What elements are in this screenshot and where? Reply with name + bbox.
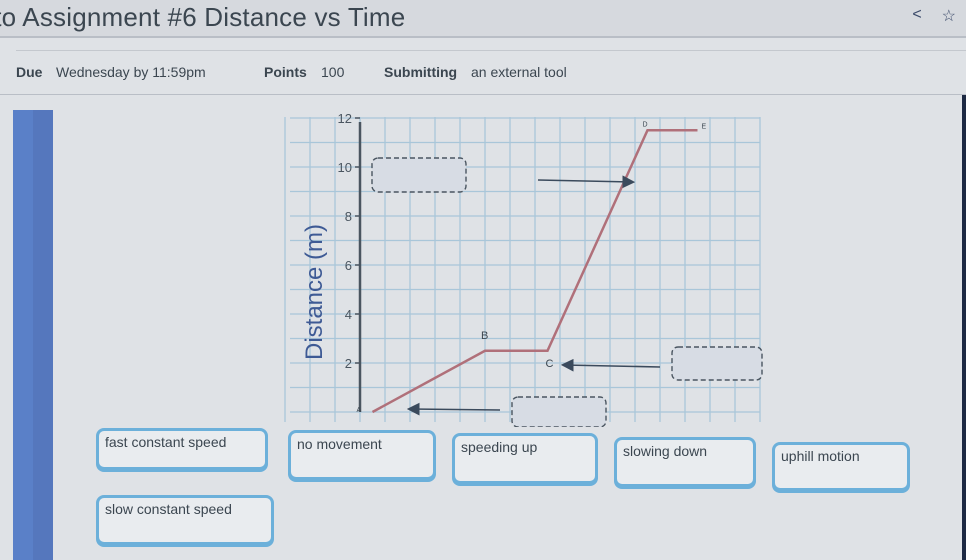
y-tick-label: 6 [345, 258, 352, 273]
answer-card[interactable]: slowing down [614, 437, 756, 487]
submitting-label: Submitting [384, 64, 458, 80]
point-label-a: A [357, 407, 362, 414]
divider [16, 50, 966, 51]
y-tick-label: 12 [338, 112, 352, 126]
sidebar-bar [13, 110, 53, 560]
arrow-to-cd [537, 175, 636, 189]
submitting-value: an external tool [471, 64, 567, 80]
assignment-meta: Due Wednesday by 11:59pm Points 100 Subm… [16, 64, 966, 94]
answer-card[interactable]: fast constant speed [96, 428, 268, 470]
answer-card[interactable]: no movement [288, 430, 436, 480]
point-label-d: D [643, 121, 648, 128]
answer-card[interactable]: speeding up [452, 433, 598, 484]
points-value: 100 [321, 64, 345, 80]
answer-card[interactable]: slow constant speed [96, 495, 274, 545]
drop-zone[interactable] [511, 396, 607, 427]
point-label-b: B [481, 330, 488, 342]
drop-zone[interactable] [371, 157, 467, 193]
drop-zone[interactable] [671, 346, 763, 381]
screen-edge [962, 95, 966, 560]
y-tick-label: 4 [345, 307, 352, 322]
due-label: Due [16, 64, 43, 80]
star-icon[interactable]: ☆ [942, 6, 956, 26]
y-tick-label: 10 [338, 160, 352, 175]
y-axis-label: Distance (m) [301, 224, 328, 360]
header-bar: Auto Assignment #6 Distance vs Time < ☆ [0, 0, 966, 38]
arrow-to-ab [406, 402, 501, 416]
point-label-e: E [702, 123, 707, 130]
distance-time-chart: 2 4 6 8 10 12 Distance (m) A B C D E [284, 112, 763, 427]
share-icon[interactable]: < [912, 6, 921, 26]
page-title: Auto Assignment #6 Distance vs Time [0, 2, 406, 32]
y-tick-label: 2 [345, 356, 352, 371]
answer-card[interactable]: uphill motion [772, 442, 910, 491]
y-tick-label: 8 [345, 209, 352, 224]
arrow-to-c [560, 358, 661, 372]
points-label: Points [264, 64, 307, 80]
due-value: Wednesday by 11:59pm [56, 64, 206, 80]
divider [0, 94, 966, 95]
point-label-c: C [546, 358, 554, 370]
